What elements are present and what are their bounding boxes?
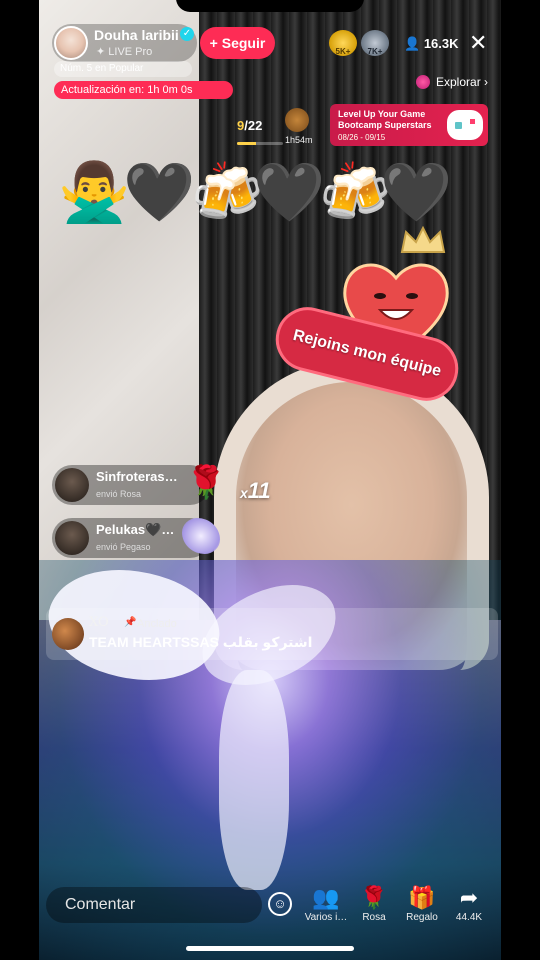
- event-title: Level Up Your Game Bootcamp Superstars: [338, 109, 432, 131]
- rose-button[interactable]: 🌹 Rosa: [352, 884, 396, 930]
- gift-action: envió Rosa: [96, 489, 142, 499]
- verified-icon: ✓: [180, 27, 194, 41]
- comment-placeholder: Comentar: [65, 896, 136, 913]
- pinned-comment[interactable]: XO 📌 Anclado TEAM HEARTSSAS اشتركو بقلب: [46, 608, 498, 660]
- explore-icon: [416, 75, 430, 89]
- goal-total: /22: [244, 118, 263, 133]
- gift-combo-count: x11: [240, 478, 271, 504]
- gift-sender-avatar: [55, 468, 89, 502]
- badge-silver-count: 7K+: [367, 47, 383, 56]
- close-icon[interactable]: ✕: [469, 30, 487, 56]
- pin-icon: 📌: [124, 617, 137, 628]
- gift-button[interactable]: 🎁 Regalo: [400, 884, 444, 930]
- pegasus-body: [219, 670, 289, 890]
- gamepad-icon: [447, 110, 483, 140]
- gift-label: Regalo: [406, 912, 438, 923]
- sparkle-icon: ✦: [96, 46, 109, 58]
- viewer-count-text: 16.3K: [423, 36, 459, 51]
- pinned-text: TEAM HEARTSSAS اشتركو بقلب: [89, 634, 313, 650]
- goal-widget[interactable]: 9/22 1h54m: [233, 108, 323, 150]
- right-letterbox: [501, 0, 540, 960]
- gift-sender-name: Sinfroteras…: [96, 469, 178, 484]
- gift-sender-avatar: [55, 521, 89, 555]
- emoji-black-heart: 🖤: [123, 160, 196, 225]
- event-banner[interactable]: Level Up Your Game Bootcamp Superstars 08…: [330, 104, 488, 146]
- multi-guest-button[interactable]: 👥 Varios i…: [304, 884, 348, 930]
- combo-number: 11: [247, 478, 271, 503]
- emoji-man-gesturing-no: 🙅‍♂️: [58, 160, 131, 225]
- home-indicator[interactable]: [186, 946, 354, 951]
- follow-button[interactable]: + Seguir: [200, 27, 275, 59]
- live-pro-label: ✦ LIVE Pro: [96, 45, 152, 58]
- explore-label: Explorar ›: [436, 75, 489, 89]
- goal-count: 9/22: [237, 118, 262, 133]
- event-title-line1: Level Up Your Game: [338, 109, 426, 119]
- person-icon: 👤: [404, 36, 424, 51]
- emoji-black-heart: 🖤: [380, 160, 453, 225]
- pinned-tag: Anclado: [137, 618, 177, 630]
- pinned-user-name: XO: [89, 615, 109, 630]
- host-avatar[interactable]: [54, 26, 88, 60]
- top-gifter-badge-gold[interactable]: 5K+: [329, 30, 357, 56]
- gift-sender-name: Pelukas🖤…: [96, 522, 175, 537]
- rose-label: Rosa: [362, 912, 386, 923]
- emoji-black-heart: 🖤: [253, 160, 326, 225]
- lion-gift-icon: [285, 108, 309, 132]
- goal-time-left: 1h54m: [285, 135, 313, 145]
- top-gifter-badge-silver[interactable]: 7K+: [361, 30, 389, 56]
- camera-notch: [176, 0, 364, 12]
- share-button[interactable]: ➦ 44.4K: [447, 884, 491, 930]
- popular-rank-pill[interactable]: Núm. 5 en Popular: [54, 61, 192, 77]
- rank-update-pill[interactable]: Actualización en: 1h 0m 0s: [54, 81, 233, 99]
- guests-label: Varios i…: [304, 912, 348, 923]
- live-pro-text: LIVE Pro: [108, 46, 153, 58]
- event-title-line2: Bootcamp Superstars: [338, 120, 432, 130]
- gift-action: envió Pegaso: [96, 542, 151, 552]
- comment-input[interactable]: Comentar: [46, 887, 262, 923]
- host-name[interactable]: Douha laribii: [94, 27, 179, 43]
- pinned-user-avatar: [52, 618, 84, 650]
- goal-progress-bar: [237, 142, 283, 145]
- event-dates: 08/26 - 09/15: [338, 133, 386, 142]
- live-stream-screen: Douha laribii ✓ ✦ LIVE Pro + Seguir 5K+ …: [0, 0, 540, 960]
- share-count: 44.4K: [455, 912, 483, 923]
- goal-progress-fill: [237, 142, 256, 145]
- rose-icon: 🌹: [360, 885, 388, 910]
- share-arrow-icon: ➦: [459, 885, 479, 910]
- rose-gift-icon: 🌹: [186, 464, 226, 500]
- badge-gold-count: 5K+: [335, 47, 351, 56]
- gift-box-icon: 🎁: [408, 885, 436, 910]
- viewer-count[interactable]: 👤 16.3K: [404, 36, 459, 52]
- explore-link[interactable]: Explorar ›: [416, 75, 488, 89]
- combo-x: x: [240, 485, 248, 501]
- guests-icon: 👥: [312, 885, 340, 910]
- left-letterbox: [0, 0, 39, 960]
- emoji-picker-icon[interactable]: ☺: [268, 892, 292, 916]
